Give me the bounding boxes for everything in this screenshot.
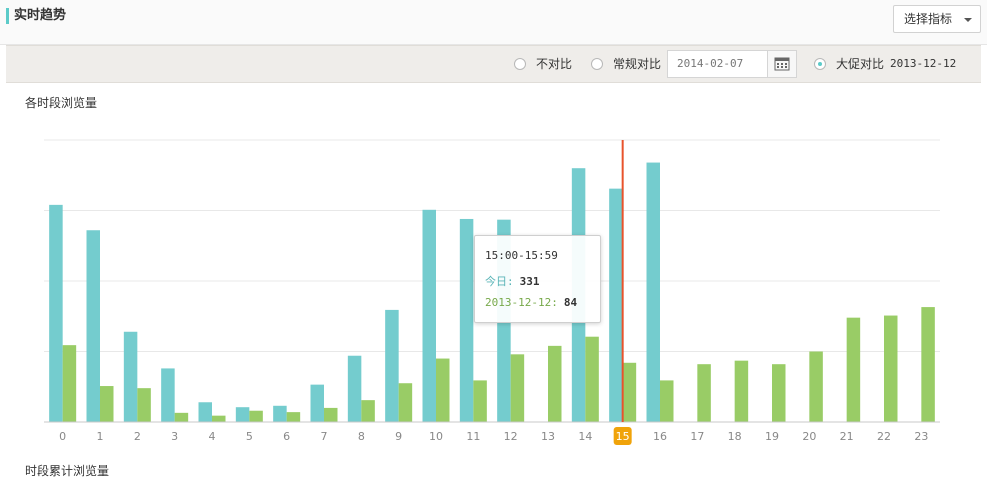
bar-compare-23 [921, 307, 935, 422]
bar-today-10 [422, 209, 436, 422]
tooltip-today-row: 今日: 331 [485, 273, 540, 289]
bar-compare-11 [473, 380, 487, 422]
bar-compare-16 [660, 380, 674, 422]
bar-compare-17 [697, 364, 711, 422]
bar-compare-9 [398, 383, 413, 422]
x-tick-label: 21 [840, 430, 854, 443]
bar-compare-5 [249, 410, 263, 422]
bar-compare-0 [62, 345, 77, 422]
x-tick-label: 19 [765, 430, 779, 443]
bar-today-9 [385, 309, 399, 422]
bar-compare-13 [548, 345, 562, 422]
x-tick-label: 11 [466, 430, 480, 443]
bar-compare-14 [585, 336, 599, 422]
bar-compare-1 [100, 386, 114, 422]
bar-today-11 [459, 218, 474, 422]
x-tick-label: 15 [616, 430, 630, 443]
bar-compare-7 [324, 407, 338, 422]
tooltip-compare-value: 84 [563, 296, 578, 309]
x-tick-label: 23 [914, 430, 928, 443]
bar-today-0 [49, 204, 63, 422]
x-tick-label: 12 [504, 430, 518, 443]
bar-today-2 [123, 331, 138, 422]
bar-compare-3 [174, 412, 189, 422]
x-tick-label: 2 [134, 430, 141, 443]
x-tick-label: 13 [541, 430, 555, 443]
tooltip-time: 15:00-15:59 [485, 249, 558, 262]
x-tick-label: 8 [358, 430, 365, 443]
tooltip-compare-label: 2013-12-12: [485, 296, 558, 309]
bar-today-7 [310, 384, 324, 422]
tooltip-compare-row: 2013-12-12: 84 [485, 296, 577, 309]
bar-compare-21 [846, 317, 861, 422]
bar-today-16 [646, 162, 660, 422]
x-tick-label: 14 [578, 430, 592, 443]
bar-today-8 [347, 355, 362, 422]
x-tick-label: 0 [59, 430, 66, 443]
bar-today-5 [235, 407, 250, 422]
bar-compare-18 [734, 360, 749, 422]
bar-compare-15 [622, 362, 637, 422]
chart-tooltip: 15:00-15:59 今日: 331 2013-12-12: 84 [474, 235, 601, 323]
bar-compare-12 [510, 354, 525, 422]
cumulative-views-title: 时段累计浏览量 [25, 464, 110, 478]
x-tick-label: 22 [877, 430, 891, 443]
bar-today-15 [609, 188, 623, 422]
x-tick-label: 4 [209, 430, 216, 443]
x-tick-label: 3 [171, 430, 178, 443]
bar-compare-19 [772, 364, 786, 422]
x-tick-label: 9 [395, 430, 402, 443]
bar-compare-4 [212, 415, 226, 422]
x-tick-label: 17 [690, 430, 704, 443]
bar-compare-2 [137, 388, 151, 422]
x-tick-label: 10 [429, 430, 443, 443]
x-tick-label: 5 [246, 430, 253, 443]
x-tick-label: 1 [97, 430, 104, 443]
bar-compare-20 [809, 351, 823, 422]
x-tick-label: 16 [653, 430, 667, 443]
bar-today-4 [198, 402, 212, 422]
bar-today-6 [273, 405, 287, 422]
x-tick-label: 18 [728, 430, 742, 443]
bar-compare-8 [361, 400, 375, 422]
x-tick-label: 20 [802, 430, 816, 443]
bar-today-3 [161, 368, 175, 422]
bar-today-1 [86, 230, 100, 422]
bar-compare-6 [286, 412, 301, 422]
tooltip-today-label: 今日: [485, 275, 514, 288]
x-tick-label: 7 [321, 430, 328, 443]
tooltip-today-value: 331 [519, 275, 540, 288]
bar-compare-22 [884, 315, 898, 422]
bar-compare-10 [436, 358, 450, 422]
x-tick-label: 6 [283, 430, 290, 443]
